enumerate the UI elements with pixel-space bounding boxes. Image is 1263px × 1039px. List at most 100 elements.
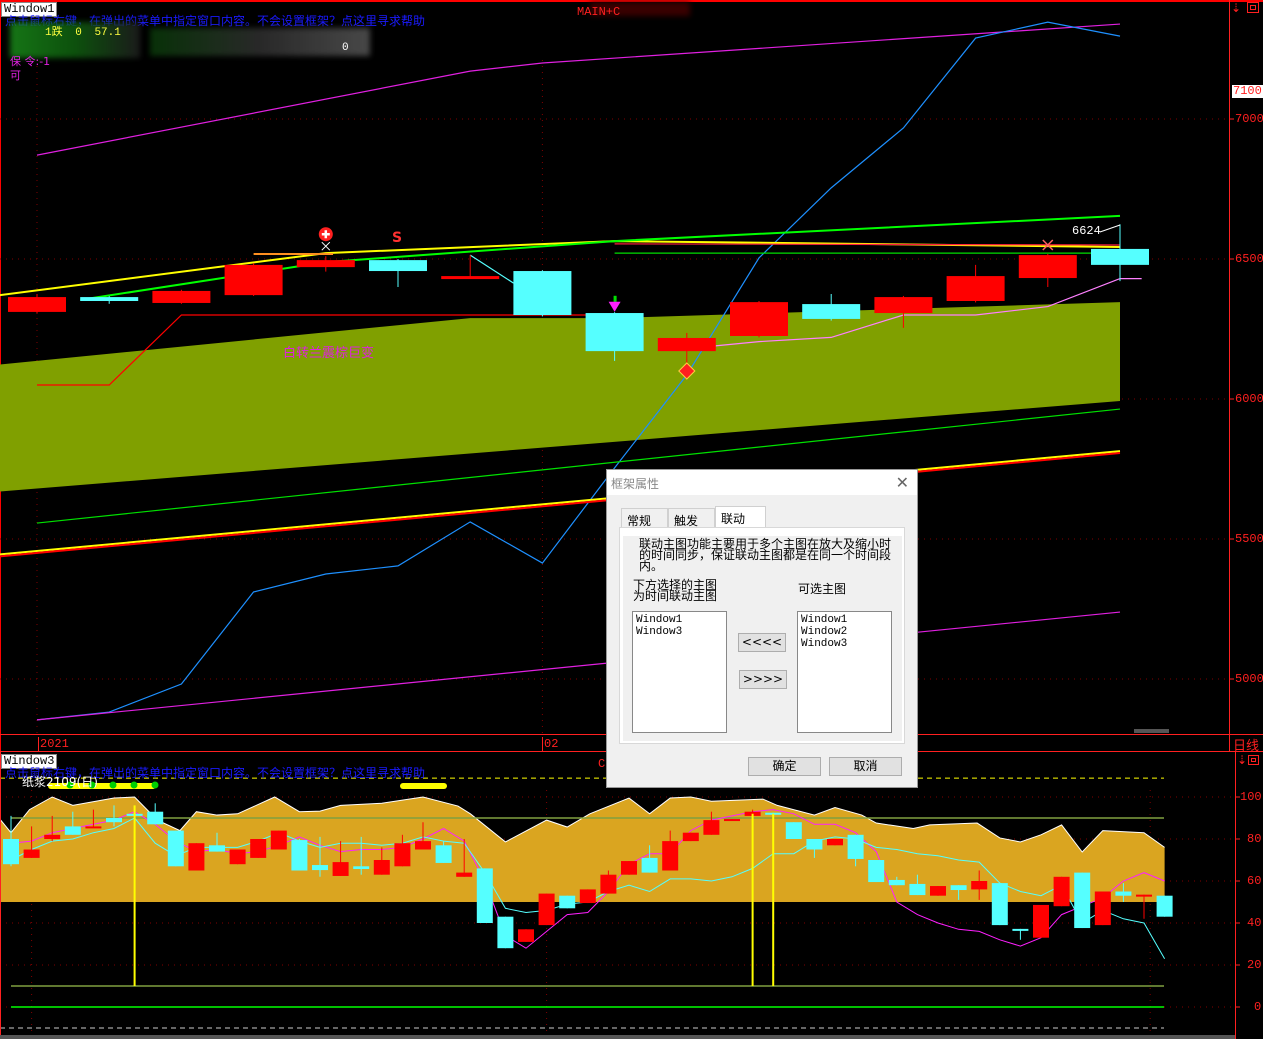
linked-charts-list[interactable]: Window1 Window3 <box>632 611 727 733</box>
candle-body <box>188 843 205 871</box>
candle-body <box>441 276 500 280</box>
list-item[interactable]: Window3 <box>801 638 888 650</box>
candle-body <box>785 822 802 839</box>
candle-body <box>296 260 355 268</box>
candle-body <box>3 839 19 865</box>
value-tick-label: 40 <box>1247 916 1262 930</box>
period-label[interactable]: 日线 <box>1233 735 1259 754</box>
scrollbar-thumb[interactable] <box>1134 729 1169 733</box>
info-line-1: 1跌 0 57.1 <box>45 23 121 39</box>
candle-body <box>1018 255 1077 279</box>
arrow-stem <box>613 295 617 302</box>
value-tick-label: 100 <box>1240 790 1262 804</box>
list-item[interactable]: Window2 <box>801 626 888 638</box>
candle-body <box>802 304 861 319</box>
obscured-region <box>150 28 370 56</box>
candle-body <box>641 857 658 873</box>
candle-body <box>497 916 514 949</box>
list-item[interactable]: Window1 <box>801 614 888 626</box>
candle-body <box>147 811 164 825</box>
info-line-4: 可 <box>10 69 21 82</box>
candle-body <box>64 826 81 835</box>
available-charts-list[interactable]: Window1 Window2 Window3 <box>797 611 892 733</box>
candle-body <box>456 872 473 877</box>
candle-body <box>44 834 61 839</box>
candle-body <box>369 260 427 272</box>
candle-body <box>946 276 1005 301</box>
candle-body <box>657 337 716 352</box>
tab-panel-link: 联动主图功能主要用于多个主图在放大及缩小时的时间同步，保证联动主图都是在同一个时… <box>619 527 905 744</box>
candle-body <box>1156 895 1173 917</box>
pin-icon[interactable]: ⇣ <box>1231 1 1241 16</box>
olive-band-area <box>0 302 1120 492</box>
info-value: 0 <box>342 42 349 54</box>
indicator-line-magenta-lower <box>36 611 1121 721</box>
candle-body <box>1012 928 1029 931</box>
tab-trigger[interactable]: 触发 <box>668 508 715 528</box>
candle-body <box>730 302 788 336</box>
candle-body <box>971 881 988 890</box>
candle-body <box>827 839 843 846</box>
remove-link-button[interactable]: >>>> <box>739 670 787 689</box>
candle-body <box>270 830 287 850</box>
frame-properties-dialog: 框架属性 ✕ 常规 触发 联动 联动主图功能主要用于多个主图在放大及缩小时的时间… <box>606 469 918 788</box>
price-tick-label: 5500 <box>1235 532 1263 546</box>
candle-body <box>332 862 349 876</box>
ok-button[interactable]: 确定 <box>748 757 821 776</box>
candle-body <box>909 883 926 896</box>
last-high-label: 6624 <box>1072 224 1101 238</box>
signal-dot <box>130 781 138 789</box>
maximize-icon[interactable] <box>1248 755 1259 765</box>
tab-link[interactable]: 联动 <box>715 506 766 528</box>
candle-body <box>1074 872 1091 929</box>
candle-body <box>312 865 328 871</box>
linked-charts-label: 下方选择的主图 为时间联动主图 <box>633 578 718 603</box>
price-tick-label: 7000 <box>1235 112 1263 126</box>
candle-body <box>1033 904 1049 938</box>
close-icon[interactable]: ✕ <box>896 473 909 492</box>
price-tick-label: 6000 <box>1235 392 1263 406</box>
candle-body <box>80 297 139 301</box>
add-link-button[interactable]: <<<< <box>738 633 786 652</box>
candle-body <box>229 849 246 865</box>
candle-body <box>23 849 40 858</box>
list-item[interactable]: Window3 <box>636 626 723 638</box>
window3-axis-line <box>1235 752 1236 1039</box>
info-value: 0 <box>75 27 82 39</box>
candle-body <box>394 843 411 867</box>
signal-dot <box>109 781 117 789</box>
candle-body <box>106 818 122 823</box>
candle-body <box>209 845 225 852</box>
price-axis-line <box>1229 0 1230 752</box>
description-text: 联动主图功能主要用于多个主图在放大及缩小时的时间同步，保证联动主图都是在同一个时… <box>639 537 892 573</box>
symbol-label: 纸浆2109(日) <box>22 775 98 789</box>
candle-body <box>152 290 211 303</box>
value-tick-label: 0 <box>1254 1000 1262 1014</box>
available-charts-label: 可选主图 <box>798 582 847 596</box>
maximize-icon[interactable] <box>1247 2 1259 13</box>
candle-body <box>1091 248 1149 265</box>
candle-body <box>1094 891 1111 926</box>
cancel-button[interactable]: 取消 <box>829 757 902 776</box>
current-price-tag: 7100 <box>1232 84 1263 98</box>
candle-body <box>435 845 452 863</box>
list-item[interactable]: Window1 <box>636 614 723 626</box>
candle-body <box>621 861 637 875</box>
candle-body <box>1136 894 1152 897</box>
tab-general[interactable]: 常规 <box>621 508 668 528</box>
value-tick-label: 60 <box>1247 874 1262 888</box>
formula-label[interactable]: MAIN+C <box>577 5 620 19</box>
down-arrow-icon <box>608 301 621 312</box>
candle-body <box>682 832 699 842</box>
candle-body <box>662 841 679 871</box>
info-fall-label: 1跌 <box>45 27 63 39</box>
candle-body <box>518 929 534 942</box>
pin-icon[interactable]: ⇣ <box>1237 753 1247 768</box>
candle-body <box>353 866 370 870</box>
candle-body <box>847 834 864 859</box>
candle-body <box>806 839 823 850</box>
candle-body <box>224 264 283 296</box>
annotation-text: 白转兰震棕巨变 <box>283 346 375 361</box>
scrollbar[interactable] <box>0 1035 1235 1039</box>
value-tick-label: 20 <box>1247 958 1262 972</box>
